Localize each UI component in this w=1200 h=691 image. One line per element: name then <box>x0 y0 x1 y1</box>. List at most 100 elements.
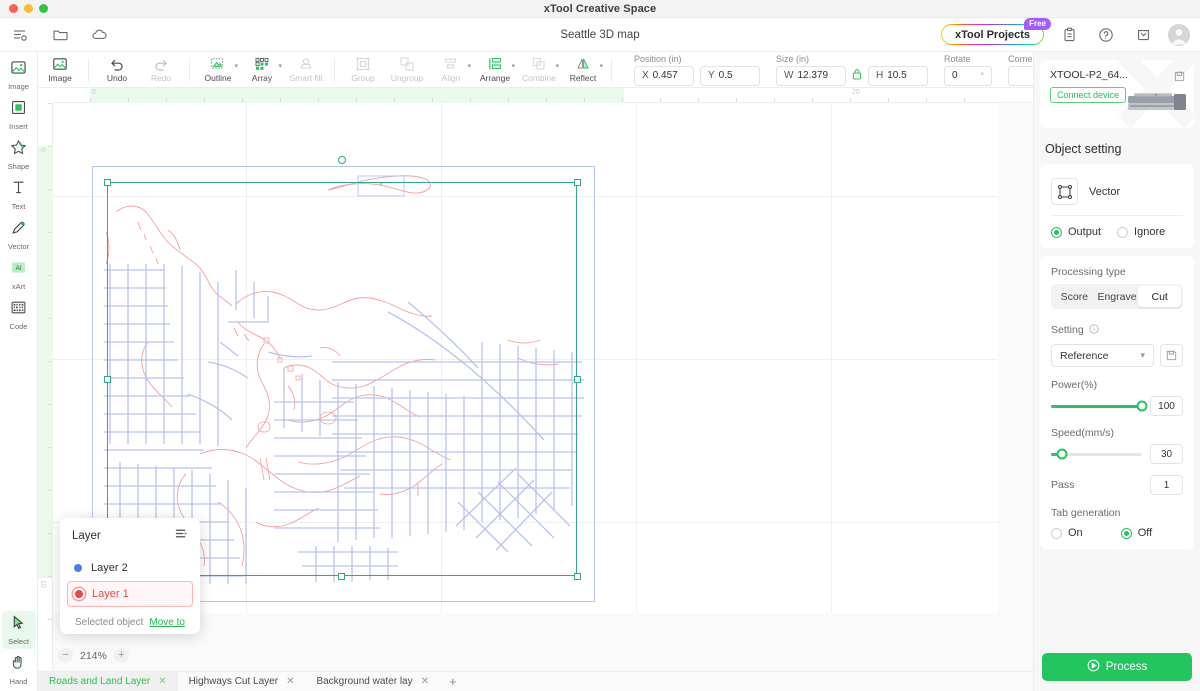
layer-row-layer-2[interactable]: Layer 2 <box>67 555 193 581</box>
rail-item-vector[interactable]: Vector <box>2 216 36 254</box>
ruler-tick <box>48 447 52 448</box>
ignore-radio[interactable]: Ignore <box>1117 226 1165 238</box>
selection-handle-tr[interactable] <box>574 179 581 186</box>
rail-item-insert[interactable]: Insert <box>2 96 36 134</box>
chevron-down-icon[interactable]: ▾ <box>555 62 559 70</box>
help-icon[interactable] <box>1094 23 1118 47</box>
clipboard-icon[interactable] <box>1057 23 1081 47</box>
speed-slider-track[interactable] <box>1051 453 1142 456</box>
tool-group[interactable]: Group <box>341 52 385 88</box>
rotate-handle[interactable] <box>338 156 346 164</box>
tab-generation-on[interactable]: On <box>1051 527 1083 539</box>
rail-item-image[interactable]: Image <box>2 56 36 94</box>
rotate-value: 0 <box>952 70 958 81</box>
ruler-vertical[interactable]: 0 10 <box>38 88 53 670</box>
tool-combine[interactable]: ▾ Combine <box>517 52 561 88</box>
tab-roads-and-land-layer[interactable]: Roads and Land Layer ✕ <box>38 672 178 691</box>
speed-slider-knob[interactable] <box>1056 449 1067 460</box>
processing-type-score[interactable]: Score <box>1053 286 1096 307</box>
layer-panel: Layer Layer 2 Layer 1 Selected object Mo… <box>60 518 200 634</box>
xtool-projects-button[interactable]: xTool Projects Free <box>941 24 1044 45</box>
tool-outline[interactable]: ▾ Outline <box>196 52 240 88</box>
selection-handle-br[interactable] <box>574 573 581 580</box>
tool-redo[interactable]: Redo <box>139 52 183 88</box>
size-width-input[interactable]: W 12.379 <box>776 66 846 86</box>
chevron-down-icon[interactable]: ▾ <box>511 62 515 70</box>
layer-label: Layer 2 <box>91 562 128 574</box>
star-shape-icon <box>10 139 27 161</box>
position-y-prefix: Y <box>708 70 715 81</box>
right-panel: XTOOL-P2_64... Connect device Object set… <box>1033 52 1200 691</box>
tab-generation-off[interactable]: Off <box>1121 527 1152 539</box>
free-badge: Free <box>1024 18 1051 30</box>
tab-background-water-lay[interactable]: Background water lay ✕ <box>305 672 440 691</box>
rail-item-xart[interactable]: AI xArt <box>2 256 36 294</box>
avatar[interactable] <box>1168 24 1190 46</box>
power-value[interactable]: 100 <box>1150 396 1183 416</box>
array-icon <box>254 56 270 72</box>
chevron-down-icon[interactable]: ▾ <box>234 62 238 70</box>
rail-item-hand[interactable]: Hand <box>2 651 36 689</box>
lock-closed-icon[interactable] <box>852 68 862 83</box>
move-to-link[interactable]: Move to <box>149 617 185 628</box>
selection-handle-bm[interactable] <box>338 573 345 580</box>
ruler-tick <box>964 98 965 102</box>
tool-align[interactable]: ▾ Align <box>429 52 473 88</box>
close-icon[interactable]: ✕ <box>158 676 166 687</box>
chevron-down-icon[interactable]: ▾ <box>599 62 603 70</box>
tab-highways-cut-layer[interactable]: Highways Cut Layer ✕ <box>178 672 306 691</box>
smart-fill-icon <box>298 56 314 72</box>
radio-indicator <box>1117 227 1128 238</box>
output-label: Output <box>1068 226 1101 238</box>
processing-type-cut[interactable]: Cut <box>1138 286 1181 307</box>
position-y-input[interactable]: Y 0.5 <box>700 66 760 86</box>
pass-value[interactable]: 1 <box>1150 475 1183 495</box>
layer-options-icon[interactable] <box>175 527 188 545</box>
ruler-tick <box>48 361 52 362</box>
selection-handle-ml[interactable] <box>104 376 111 383</box>
close-icon[interactable]: ✕ <box>286 676 294 687</box>
speed-value[interactable]: 30 <box>1150 444 1183 464</box>
save-preset-button[interactable] <box>1160 344 1183 367</box>
add-tab-button[interactable]: + <box>440 674 466 689</box>
rail-label: Code <box>10 322 28 331</box>
selection-handle-mr[interactable] <box>574 376 581 383</box>
chevron-down-icon[interactable]: ▾ <box>278 62 282 70</box>
processing-type-engrave[interactable]: Engrave <box>1096 286 1139 307</box>
processing-type-segmented: Score Engrave Cut <box>1051 284 1183 309</box>
reflect-icon <box>575 56 591 72</box>
setting-select[interactable]: Reference ▾ <box>1051 344 1154 367</box>
tool-reflect[interactable]: ▾ Reflect <box>561 52 605 88</box>
output-radio[interactable]: Output <box>1051 226 1101 238</box>
tool-image[interactable]: Image <box>38 52 82 88</box>
layer-row-layer-1[interactable]: Layer 1 <box>67 581 193 607</box>
inbox-icon[interactable] <box>1131 23 1155 47</box>
tool-undo[interactable]: Undo <box>95 52 139 88</box>
tool-array[interactable]: ▾ Array <box>240 52 284 88</box>
rail-item-code[interactable]: Code <box>2 296 36 334</box>
info-icon[interactable] <box>1089 321 1099 339</box>
close-icon[interactable]: ✕ <box>421 676 429 687</box>
chevron-down-icon[interactable]: ▾ <box>467 62 471 70</box>
size-height-input[interactable]: H 10.5 <box>868 66 928 86</box>
selection-box[interactable] <box>107 182 577 576</box>
tool-smart-fill[interactable]: Smart fill <box>284 52 328 88</box>
rotate-input[interactable]: 0 ° <box>944 66 992 86</box>
power-slider-track[interactable] <box>1051 405 1142 408</box>
rail-item-text[interactable]: Text <box>2 176 36 214</box>
tab-generation-group: On Off <box>1051 519 1183 539</box>
rail-item-shape[interactable]: Shape <box>2 136 36 174</box>
position-x-input[interactable]: X 0.457 <box>634 66 694 86</box>
process-button[interactable]: Process <box>1042 653 1192 681</box>
zoom-in-button[interactable]: + <box>114 648 129 663</box>
tool-arrange[interactable]: ▾ Arrange <box>473 52 517 88</box>
rail-item-select[interactable]: Select <box>2 611 36 649</box>
power-slider-knob[interactable] <box>1137 401 1148 412</box>
zoom-out-button[interactable]: − <box>58 648 73 663</box>
rail-label: Vector <box>8 242 29 251</box>
ruler-horizontal[interactable]: 0 20 <box>38 88 1033 103</box>
tool-ungroup[interactable]: Ungroup <box>385 52 429 88</box>
ruler-work-band-v <box>38 146 53 578</box>
selection-handle-tl[interactable] <box>104 179 111 186</box>
save-icon[interactable] <box>1174 69 1185 87</box>
